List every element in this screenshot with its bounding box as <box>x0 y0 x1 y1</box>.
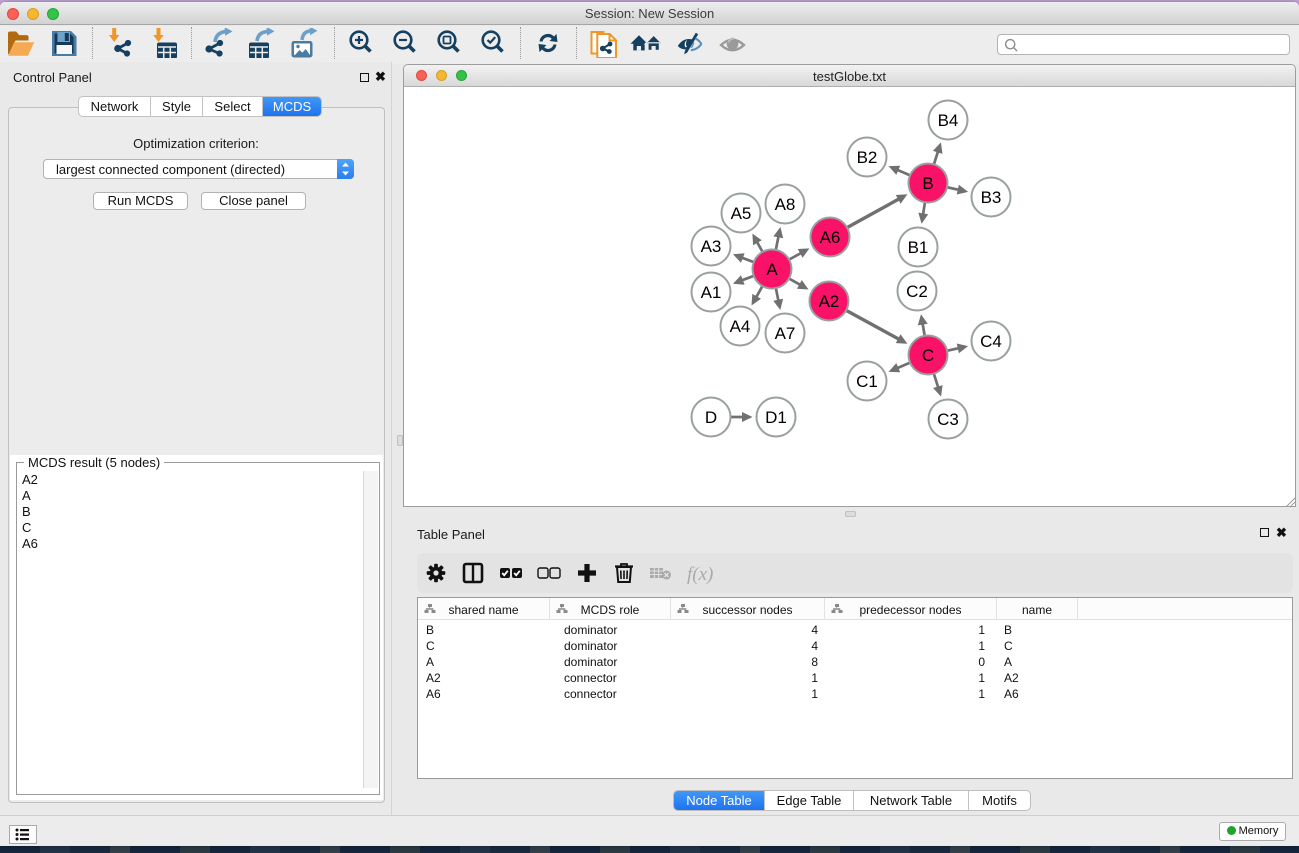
svg-text:B: B <box>922 174 933 193</box>
svg-text:A5: A5 <box>731 204 752 223</box>
svg-text:C3: C3 <box>937 410 959 429</box>
svg-text:A1: A1 <box>701 283 722 302</box>
svg-text:A: A <box>766 260 778 279</box>
svg-text:D1: D1 <box>765 408 787 427</box>
svg-text:C1: C1 <box>856 372 878 391</box>
svg-text:B1: B1 <box>908 238 929 257</box>
svg-text:A7: A7 <box>775 324 796 343</box>
svg-text:B4: B4 <box>938 111 959 130</box>
svg-text:C2: C2 <box>906 282 928 301</box>
svg-text:A6: A6 <box>820 228 841 247</box>
svg-text:A2: A2 <box>819 292 840 311</box>
svg-text:C4: C4 <box>980 332 1002 351</box>
svg-text:B2: B2 <box>857 148 878 167</box>
svg-text:D: D <box>705 408 717 427</box>
svg-text:B3: B3 <box>981 188 1002 207</box>
svg-text:f(x): f(x) <box>687 564 713 585</box>
svg-text:A3: A3 <box>701 237 722 256</box>
svg-text:C: C <box>922 346 934 365</box>
svg-text:A4: A4 <box>730 317 751 336</box>
svg-text:A8: A8 <box>775 195 796 214</box>
